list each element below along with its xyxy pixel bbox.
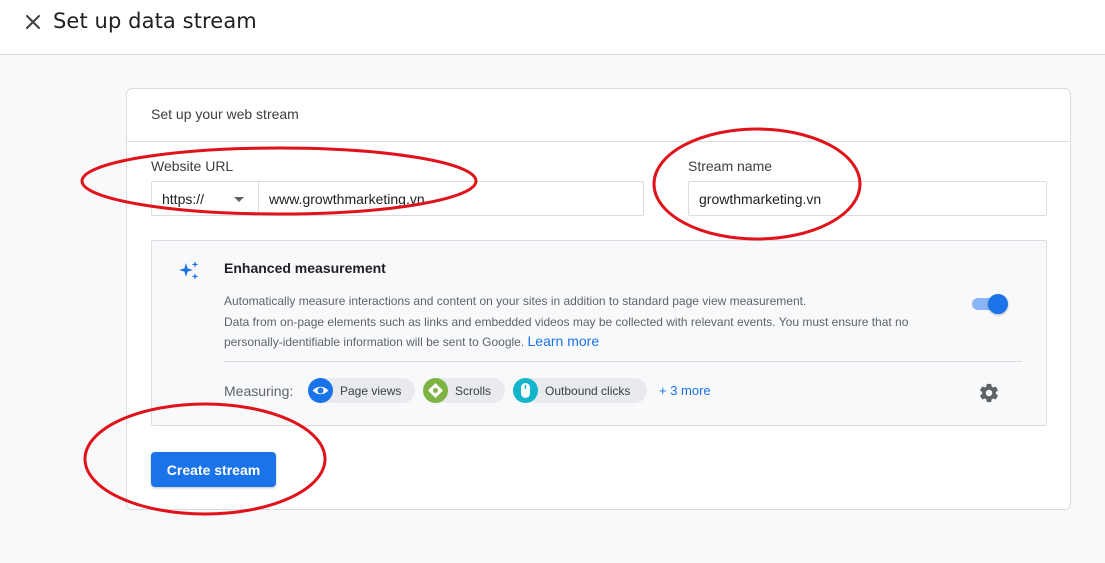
enhanced-measurement-panel: Enhanced measurement Automatically measu…	[151, 240, 1047, 426]
chip-label: Outbound clicks	[545, 384, 631, 398]
stream-name-label: Stream name	[688, 158, 773, 174]
web-stream-card: Set up your web stream Website URL https…	[126, 88, 1071, 510]
enhanced-measurement-title: Enhanced measurement	[224, 260, 386, 276]
chip-label: Scrolls	[455, 384, 492, 398]
divider	[224, 361, 1022, 362]
stream-name-input[interactable]	[688, 181, 1047, 216]
toggle-thumb	[988, 294, 1008, 314]
chevron-down-icon	[234, 197, 244, 202]
gear-icon[interactable]	[978, 382, 1000, 404]
measuring-label: Measuring:	[224, 383, 294, 399]
protocol-value: https://	[162, 191, 205, 207]
card-title: Set up your web stream	[151, 106, 299, 122]
enhanced-privacy-note: Data from on-page elements such as links…	[224, 313, 944, 352]
learn-more-link[interactable]: Learn more	[528, 333, 600, 349]
chip-outbound-clicks[interactable]: Outbound clicks	[513, 378, 647, 403]
sparkle-icon	[177, 259, 201, 283]
mouse-icon	[513, 378, 538, 403]
chip-page-views[interactable]: Page views	[308, 378, 415, 403]
scroll-icon	[423, 378, 448, 403]
more-measurements-link[interactable]: + 3 more	[659, 383, 711, 398]
close-icon[interactable]	[22, 11, 44, 33]
website-url-input[interactable]	[258, 181, 644, 216]
chip-scrolls[interactable]: Scrolls	[423, 378, 505, 403]
website-url-label: Website URL	[151, 158, 234, 174]
enhanced-description: Automatically measure interactions and c…	[224, 294, 807, 308]
card-header: Set up your web stream	[127, 89, 1070, 142]
page-title: Set up data stream	[53, 9, 257, 33]
chip-label: Page views	[340, 384, 402, 398]
create-stream-button[interactable]: Create stream	[151, 452, 276, 487]
protocol-select[interactable]: https://	[151, 181, 259, 216]
enhanced-measurement-toggle[interactable]	[970, 293, 1008, 315]
top-bar: Set up data stream	[0, 0, 1105, 55]
eye-icon	[308, 378, 333, 403]
